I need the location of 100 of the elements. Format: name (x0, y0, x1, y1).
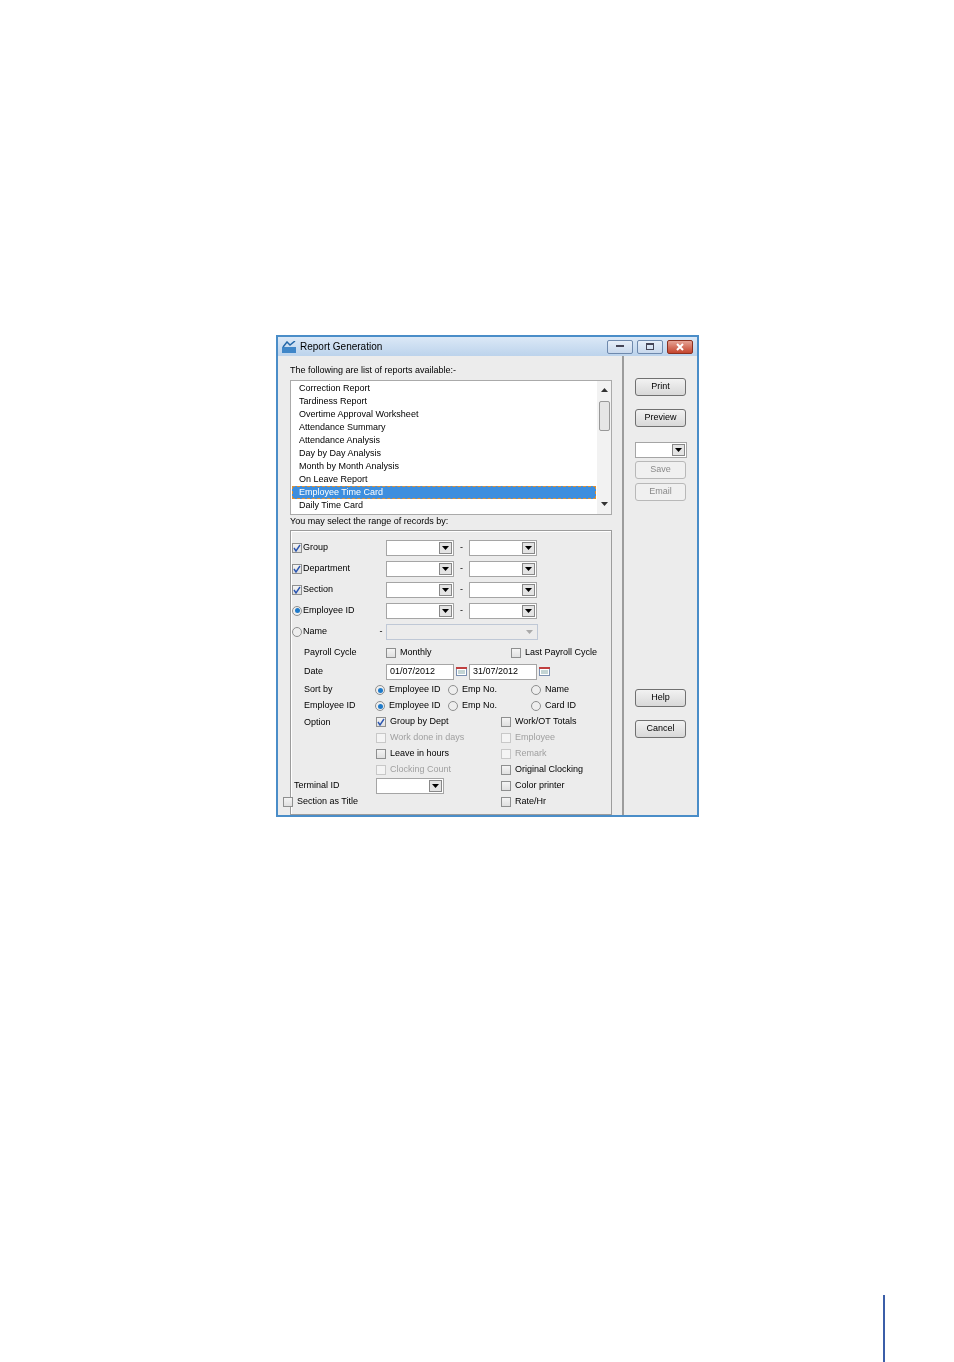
dropdown-arrow-icon (432, 784, 439, 788)
close-button[interactable] (667, 339, 693, 354)
dialog-button[interactable]: Print (635, 378, 686, 396)
radio-button[interactable] (448, 701, 458, 711)
dash-text: - (459, 561, 464, 575)
dropdown-field[interactable] (386, 623, 538, 640)
option-label: Name (545, 683, 569, 697)
option-label: Group by Dept (390, 715, 449, 729)
option-label: Leave in hours (390, 747, 450, 761)
scroll-down-icon[interactable] (600, 501, 608, 506)
dropdown-field[interactable] (469, 560, 537, 577)
dropdown-field[interactable] (469, 539, 537, 556)
maximize-button[interactable] (637, 339, 663, 354)
minimize-icon (616, 345, 624, 348)
range-label: You may select the range of records by: (290, 514, 450, 528)
list-item[interactable]: Attendance Summary (292, 420, 596, 434)
checkbox[interactable] (292, 563, 302, 574)
dropdown-field[interactable] (469, 602, 537, 619)
list-item[interactable]: Day by Day Analysis (292, 446, 596, 460)
option-label: Employee ID (389, 683, 441, 697)
checkbox[interactable] (292, 584, 302, 595)
scroll-up-icon[interactable] (600, 388, 608, 393)
option-label: Emp No. (462, 683, 497, 697)
dialog-button[interactable]: Preview (635, 409, 686, 427)
radio-button[interactable] (531, 701, 541, 711)
radio-button[interactable] (448, 685, 458, 695)
dropdown-field[interactable] (386, 602, 454, 619)
minimize-button[interactable] (607, 339, 633, 354)
dropdown-arrow-icon (525, 566, 532, 571)
list-item[interactable]: Attendance Analysis (292, 433, 596, 447)
radio-button[interactable] (531, 685, 541, 695)
checkbox[interactable] (386, 648, 396, 658)
dash-text: - (459, 603, 464, 617)
dash-text: - (459, 582, 464, 596)
dash-text: - (378, 624, 384, 638)
field-label: Sort by (303, 683, 334, 697)
option-label: Rate/Hr (515, 795, 546, 809)
window-title: Report Generation (300, 340, 384, 354)
radio-button[interactable] (375, 701, 385, 711)
calendar-icon[interactable] (456, 667, 467, 676)
checkbox[interactable] (501, 781, 511, 791)
dropdown-arrow-icon (442, 587, 449, 592)
field-label: Date (303, 664, 324, 678)
date-field[interactable]: 01/07/2012 (386, 663, 454, 680)
list-item[interactable]: Daily Time Card (292, 498, 596, 512)
field-label: Payroll Cycle (303, 646, 358, 660)
checkbox[interactable] (501, 717, 511, 727)
dropdown-field[interactable] (376, 778, 444, 794)
app-icon (282, 340, 296, 353)
dropdown-arrow-icon (442, 545, 449, 550)
checkbox[interactable] (292, 542, 302, 553)
option-label: Original Clocking (515, 763, 584, 777)
field-label: Employee ID (303, 699, 357, 713)
dash-text: - (459, 540, 464, 554)
dialog-button[interactable]: Cancel (635, 720, 686, 738)
list-item[interactable]: On Leave Report (292, 472, 596, 486)
radio-button[interactable] (292, 605, 302, 616)
option-label: Remark (515, 747, 547, 761)
option-label: Employee ID (389, 699, 441, 713)
option-label: Employee ID (303, 603, 355, 617)
checkbox[interactable] (376, 749, 386, 759)
checkbox[interactable] (501, 765, 511, 775)
list-item[interactable]: Overtime Approval Worksheet (292, 407, 596, 421)
dropdown-arrow-icon (442, 566, 449, 571)
option-label: Emp No. (462, 699, 497, 713)
option-label: Name (303, 624, 327, 638)
dropdown-field[interactable] (386, 560, 454, 577)
option-label: Department (303, 561, 351, 575)
dropdown-field[interactable] (386, 539, 454, 556)
checkbox[interactable] (511, 648, 521, 658)
option-label: Group (303, 540, 328, 554)
option-label: Section as Title (297, 795, 359, 809)
radio-button[interactable] (292, 626, 302, 637)
list-label: The following are list of reports available:- (290, 364, 458, 377)
radio-button[interactable] (375, 685, 385, 695)
dropdown-field[interactable] (386, 581, 454, 598)
dropdown-field[interactable] (469, 581, 537, 598)
dropdown-arrow-icon (674, 448, 682, 452)
close-icon (676, 342, 684, 351)
checkbox[interactable] (501, 797, 511, 807)
checkbox[interactable] (376, 717, 386, 727)
option-label: Section (303, 582, 334, 596)
list-item[interactable]: Tardiness Report (292, 394, 596, 408)
list-item[interactable]: Correction Report (292, 381, 596, 395)
option-label: Employee (515, 731, 556, 745)
checkbox[interactable] (283, 797, 293, 807)
dropdown-arrow-icon (525, 587, 532, 592)
scroll-thumb[interactable] (598, 401, 610, 431)
scrollbar[interactable] (597, 380, 611, 514)
dialog-button[interactable]: Help (635, 689, 686, 707)
option-label: Monthly (400, 646, 432, 660)
dropdown-arrow-icon (525, 545, 532, 550)
calendar-icon[interactable] (539, 667, 550, 676)
date-field[interactable]: 31/07/2012 (469, 663, 537, 680)
field-label: Option (303, 716, 332, 729)
option-label: Work/OT Totals (515, 715, 577, 729)
field-label: Terminal ID (293, 779, 341, 793)
option-label: Color printer (515, 779, 565, 793)
list-item[interactable]: Month by Month Analysis (292, 459, 596, 473)
format-dropdown[interactable] (634, 442, 687, 458)
